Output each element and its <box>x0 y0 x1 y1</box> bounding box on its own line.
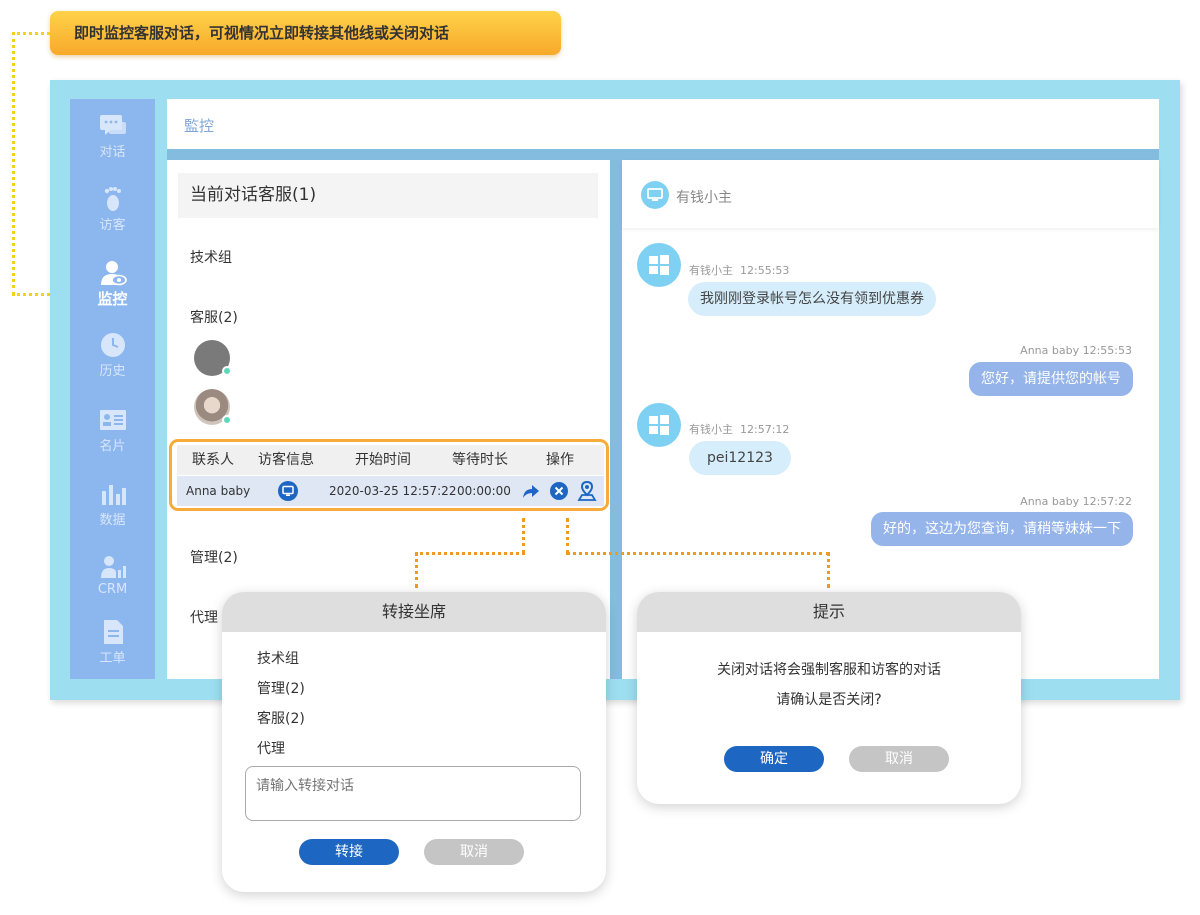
conversation-table: 联系人 访客信息 开始时间 等待时长 操作 Anna baby 2020-03-… <box>169 439 609 511</box>
transfer-option[interactable]: 代理 <box>257 738 285 758</box>
group-service[interactable]: 客服(2) <box>190 307 238 327</box>
online-status-dot <box>222 415 232 425</box>
chat-visitor-name: 有钱小主 <box>676 190 732 206</box>
visitor-message: pei12123 <box>689 441 791 475</box>
transfer-icon[interactable] <box>521 481 541 501</box>
group-tech[interactable]: 技术组 <box>190 247 232 267</box>
sidebar-item-label: 访客 <box>99 218 126 233</box>
close-connector <box>566 552 830 555</box>
sidebar-item-label: CRM <box>97 582 128 597</box>
content-header: 監控 <box>167 99 1159 149</box>
message-meta: 有钱小主 12:55:53 <box>689 264 790 277</box>
clock-icon <box>100 333 125 357</box>
transfer-dialog: 转接坐席 技术组 管理(2) 客服(2) 代理 转接 取消 <box>222 592 606 892</box>
footprint-icon <box>104 187 121 211</box>
sidebar-item-label: 历史 <box>99 364 126 379</box>
close-connector <box>827 552 830 588</box>
sidebar-item-label: 对话 <box>99 145 126 160</box>
monitor-user-icon <box>100 261 127 286</box>
col-visitor-info: 访客信息 <box>258 452 314 468</box>
sidebar-item-monitor[interactable]: 监控 <box>70 260 155 320</box>
panel-divider <box>610 160 622 679</box>
cell-start-time: 2020-03-25 12:57:22 <box>329 484 457 498</box>
cancel-button[interactable]: 取消 <box>849 746 949 772</box>
visitor-message: 我刚刚登录帐号怎么没有领到优惠券 <box>688 282 936 316</box>
chat-icon <box>99 115 126 135</box>
sidebar-item-visitor[interactable]: 访客 <box>70 186 155 246</box>
message-meta: Anna baby 12:55:53 <box>1020 344 1132 357</box>
col-contact: 联系人 <box>192 452 234 468</box>
dialog-title: 提示 <box>637 592 1021 632</box>
visitor-avatar <box>637 243 681 287</box>
sidebar-item-label: 工单 <box>99 651 126 666</box>
close-icon[interactable] <box>549 481 569 501</box>
card-icon <box>99 410 126 430</box>
transfer-button[interactable]: 转接 <box>299 839 399 865</box>
cancel-button[interactable]: 取消 <box>424 839 524 865</box>
callout-connector <box>12 32 50 35</box>
transfer-connector <box>415 552 418 588</box>
transfer-option[interactable]: 客服(2) <box>257 708 305 728</box>
windows-icon <box>649 415 669 435</box>
agent-message: 您好，请提供您的帐号 <box>969 362 1133 396</box>
confirm-button[interactable]: 确定 <box>724 746 824 772</box>
computer-icon <box>641 181 669 209</box>
header-divider <box>167 149 1159 160</box>
transfer-option[interactable]: 技术组 <box>257 648 299 668</box>
sidebar-item-crm[interactable]: CRM <box>70 554 155 614</box>
dialog-message: 关闭对话将会强制客服和访客的对话 <box>717 662 941 678</box>
transfer-connector <box>415 552 525 555</box>
sidebar-item-chat[interactable]: 对话 <box>70 113 155 173</box>
sidebar-item-ticket[interactable]: 工单 <box>70 619 155 679</box>
transfer-message-input[interactable] <box>245 766 581 821</box>
cell-contact: Anna baby <box>186 484 251 498</box>
dialog-message: 请确认是否关闭? <box>776 692 882 708</box>
computer-icon[interactable] <box>278 481 298 501</box>
close-connector <box>566 518 569 554</box>
sidebar-item-label: 监控 <box>97 290 128 308</box>
feature-callout: 即时监控客服对话，可视情况立即转接其他线或关闭对话 <box>50 11 561 55</box>
location-icon[interactable] <box>577 481 597 501</box>
sidebar-item-card[interactable]: 名片 <box>70 407 155 467</box>
sidebar-item-label: 数据 <box>99 513 126 528</box>
table-row[interactable]: Anna baby 2020-03-25 12:57:22 00:00:00 <box>177 476 604 506</box>
callout-connector <box>12 32 15 295</box>
windows-icon <box>649 255 669 275</box>
col-wait-time: 等待时长 <box>452 452 508 468</box>
dialog-title: 转接坐席 <box>222 592 606 632</box>
col-actions: 操作 <box>546 452 574 468</box>
col-start-time: 开始时间 <box>355 452 411 468</box>
group-admin[interactable]: 管理(2) <box>190 547 238 567</box>
table-header: 联系人 访客信息 开始时间 等待时长 操作 <box>177 445 604 475</box>
transfer-option[interactable]: 管理(2) <box>257 678 305 698</box>
message-meta: 有钱小主 12:57:12 <box>689 423 790 436</box>
online-status-dot <box>222 366 232 376</box>
visitor-avatar <box>637 403 681 447</box>
sidebar-item-history[interactable]: 历史 <box>70 332 155 392</box>
sidebar-item-data[interactable]: 数据 <box>70 481 155 541</box>
crm-icon <box>100 556 126 578</box>
transfer-connector <box>522 518 525 554</box>
panel-title: 当前对话客服(1) <box>178 173 598 218</box>
document-icon <box>103 620 123 644</box>
breadcrumb[interactable]: 監控 <box>184 115 214 136</box>
bar-chart-icon <box>101 485 126 505</box>
sidebar-item-label: 名片 <box>99 439 126 454</box>
message-meta: Anna baby 12:57:22 <box>1020 495 1132 508</box>
group-agent[interactable]: 代理 <box>190 607 218 627</box>
close-confirm-dialog: 提示 关闭对话将会强制客服和访客的对话 请确认是否关闭? 确定 取消 <box>637 592 1021 804</box>
sidebar: 对话 访客 监控 历史 名片 数据 CRM 工单 <box>70 99 155 679</box>
agent-message: 好的，这边为您查询，请稍等妹妹一下 <box>871 512 1133 546</box>
cell-wait-time: 00:00:00 <box>457 484 511 498</box>
